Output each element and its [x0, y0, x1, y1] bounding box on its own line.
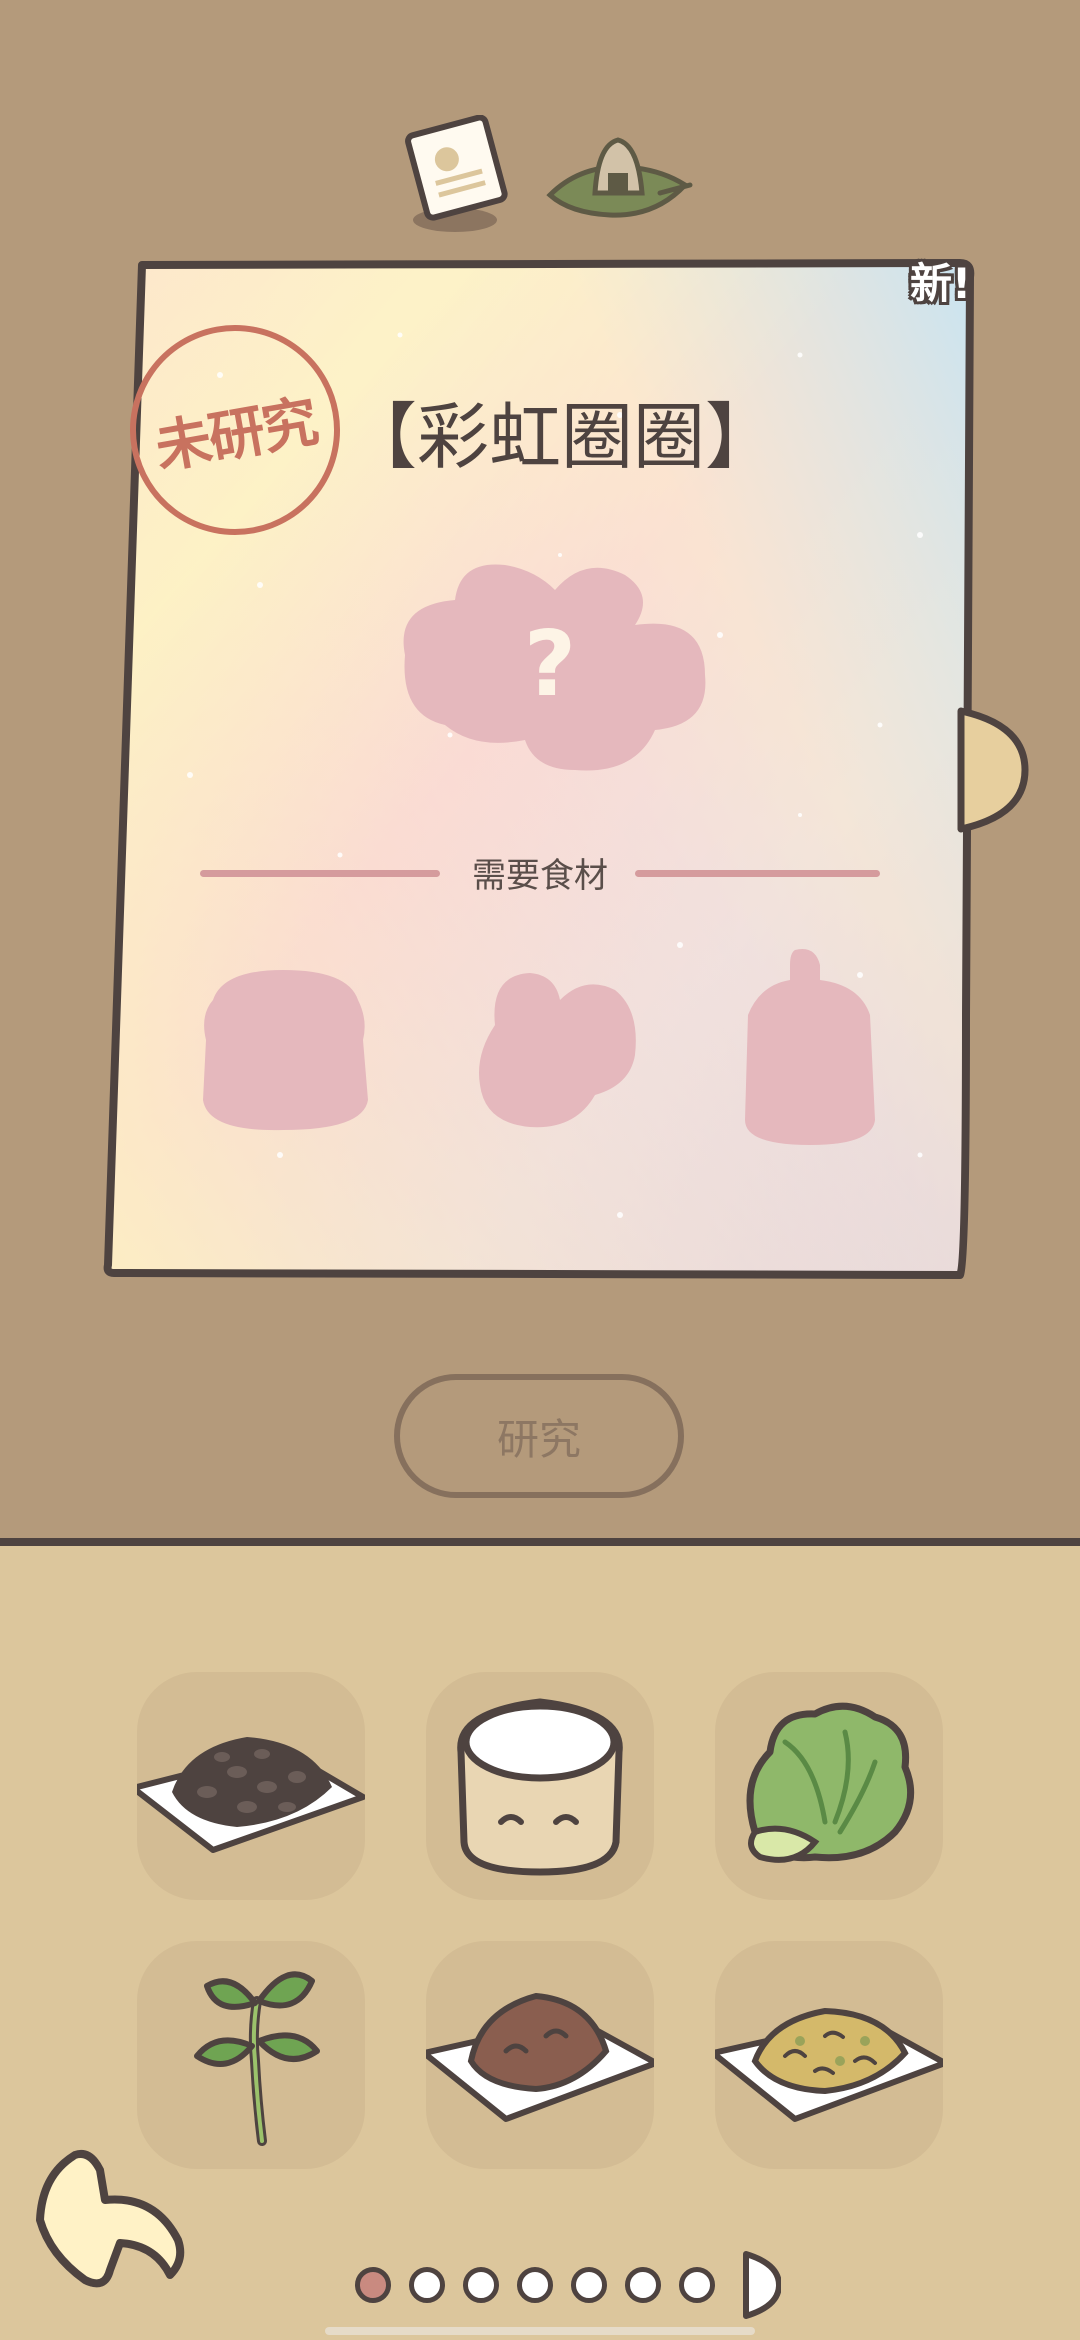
yellow-flakes-plate-icon	[715, 2007, 943, 2122]
research-button-label: 研究	[496, 1414, 581, 1464]
page-dot-6[interactable]	[625, 2267, 661, 2303]
lettuce-icon	[746, 1702, 915, 1863]
ingredient-tile-dark-beans[interactable]	[137, 1672, 365, 1900]
ingredient-tile-lettuce[interactable]	[715, 1672, 943, 1900]
page-dot-5[interactable]	[571, 2267, 607, 2303]
rice-ball-on-leaf-icon	[546, 137, 693, 218]
herb-sprig-icon	[194, 1971, 320, 2146]
page-dot-7[interactable]	[679, 2267, 715, 2303]
back-arrow-button[interactable]	[30, 2145, 190, 2295]
page-dot-2[interactable]	[409, 2267, 445, 2303]
ingredient-tile-yellow-flakes[interactable]	[715, 1941, 943, 2169]
card-next-tab[interactable]	[955, 705, 1030, 835]
food-tab[interactable]	[540, 125, 695, 235]
page-dot-4[interactable]	[517, 2267, 553, 2303]
recipe-tab[interactable]	[395, 114, 520, 240]
brown-paste-plate-icon	[426, 1992, 654, 2122]
recipe-card-icon	[405, 114, 508, 232]
divider-line-right	[635, 870, 880, 877]
ingredients-header: 需要食材	[200, 848, 880, 898]
required-ingredient-slot-1	[203, 970, 368, 1131]
mystery-dish-silhouette: ?	[403, 564, 706, 771]
new-badge: 新!	[910, 259, 972, 308]
stamp-text: 未研究	[150, 387, 322, 481]
recipe-title: 【彩虹圈圈】	[345, 395, 778, 479]
flour-bag-icon	[457, 1698, 623, 1876]
panel-divider	[0, 1538, 1080, 1546]
page-dot-3[interactable]	[463, 2267, 499, 2303]
divider-line-left	[200, 870, 440, 877]
next-page-arrow[interactable]	[741, 2249, 781, 2321]
page-indicator	[355, 2251, 781, 2319]
required-ingredient-slot-2	[479, 973, 636, 1128]
required-ingredient-slot-3	[745, 949, 875, 1145]
research-button[interactable]: 研究	[394, 1374, 684, 1498]
ingredients-label: 需要食材	[472, 856, 608, 896]
question-mark-icon: ?	[524, 612, 576, 717]
ingredient-tile-herb[interactable]	[137, 1941, 365, 2169]
page-dot-1[interactable]	[355, 2267, 391, 2303]
ingredient-tile-brown-paste[interactable]	[426, 1941, 654, 2169]
home-indicator[interactable]	[325, 2327, 755, 2335]
ingredient-tile-flour[interactable]	[426, 1672, 654, 1900]
beans-plate-icon	[137, 1737, 365, 1853]
